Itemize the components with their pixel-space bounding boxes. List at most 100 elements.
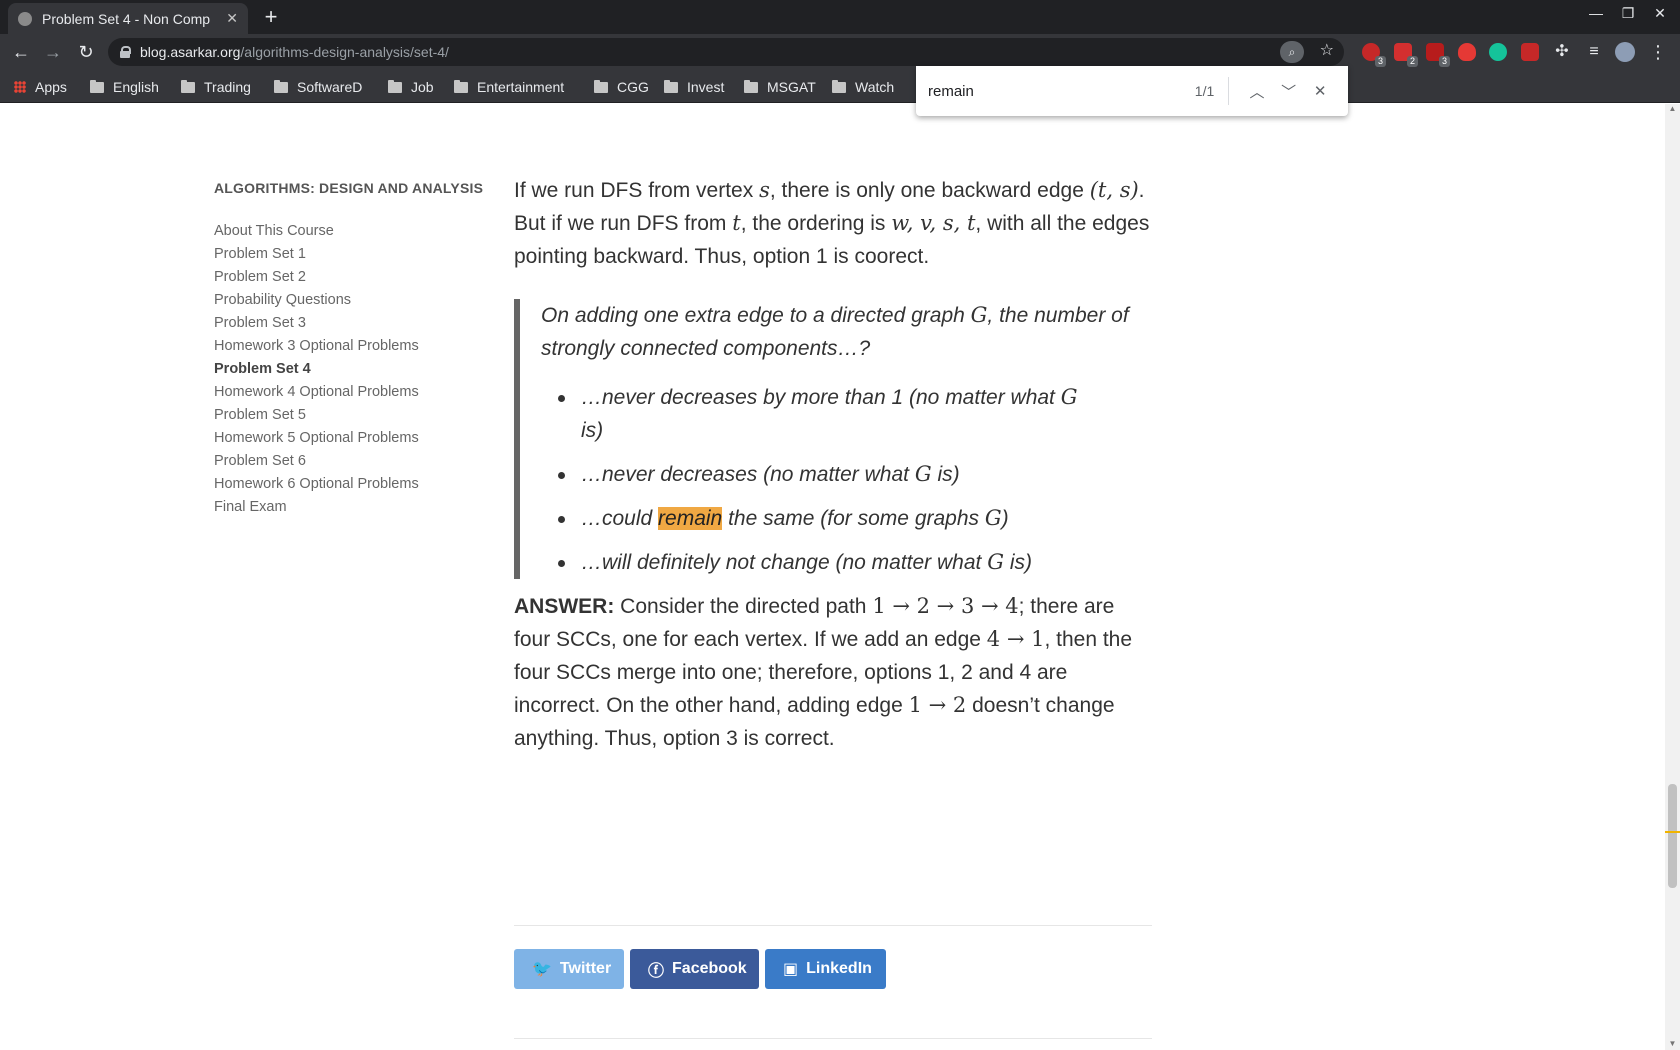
- browser-toolbar: ← → ↻ blog.asarkar.org/algorithms-design…: [0, 34, 1680, 70]
- answer-label: ANSWER:: [514, 595, 615, 618]
- new-tab-button[interactable]: +: [258, 4, 284, 30]
- linkedin-share-button[interactable]: ▣ LinkedIn: [765, 949, 886, 989]
- find-close-icon[interactable]: ✕: [1304, 82, 1336, 100]
- minimize-icon[interactable]: —: [1584, 5, 1608, 21]
- sidebar-item-problem-set-6[interactable]: Problem Set 6: [214, 450, 494, 473]
- tab-title: Problem Set 4 - Non Comp: [42, 10, 211, 27]
- option-3: …could remain the same (for some graphs …: [541, 502, 1081, 535]
- dfs-paragraph: If we run DFS from vertex s, there is on…: [514, 178, 1150, 268]
- math-edge-12: 1 → 2: [908, 693, 967, 717]
- find-result-marker: [1665, 831, 1680, 833]
- folder-icon: [664, 79, 678, 93]
- sidebar-item-homework-5-optional[interactable]: Homework 5 Optional Problems: [214, 427, 494, 450]
- bookmark-apps[interactable]: Apps: [14, 77, 67, 97]
- sidebar-item-problem-set-5[interactable]: Problem Set 5: [214, 404, 494, 427]
- bookmarks-bar: Apps English Trading SoftwareD Job Enter…: [0, 70, 1680, 103]
- sidebar-item-homework-6-optional[interactable]: Homework 6 Optional Problems: [214, 473, 494, 496]
- media-controls-icon[interactable]: ≡: [1582, 40, 1606, 64]
- profile-avatar-icon[interactable]: [1615, 42, 1635, 62]
- math-edge-ts: (t, s): [1089, 178, 1139, 202]
- course-sidebar: ALGORITHMS: DESIGN AND ANALYSIS About Th…: [214, 180, 494, 519]
- find-in-page-icon[interactable]: ⌕: [1280, 41, 1304, 63]
- find-match-highlight: remain: [658, 507, 723, 530]
- sidebar-item-problem-set-3[interactable]: Problem Set 3: [214, 312, 494, 335]
- folder-icon: [90, 79, 104, 93]
- folder-icon: [744, 79, 758, 93]
- sidebar-item-homework-3-optional[interactable]: Homework 3 Optional Problems: [214, 335, 494, 358]
- restore-icon[interactable]: ❐: [1616, 5, 1640, 22]
- find-match-count: 1/1: [1194, 83, 1215, 99]
- option-2: …never decreases (no matter what G is): [541, 458, 1081, 491]
- forward-arrow-icon[interactable]: →: [41, 40, 65, 64]
- close-window-icon[interactable]: ✕: [1648, 5, 1672, 22]
- page-viewport: ALGORITHMS: DESIGN AND ANALYSIS About Th…: [0, 104, 1665, 1050]
- sidebar-item-final-exam[interactable]: Final Exam: [214, 496, 494, 519]
- footer-divider: [514, 1038, 1152, 1039]
- extension-grammarly-icon[interactable]: [1489, 43, 1507, 61]
- extension-reader-icon[interactable]: [1521, 43, 1539, 61]
- extension-shield-icon[interactable]: [1458, 43, 1476, 61]
- back-arrow-icon[interactable]: ←: [9, 40, 33, 64]
- reload-icon[interactable]: ↻: [74, 40, 98, 64]
- sidebar-item-problem-set-4[interactable]: Problem Set 4: [214, 358, 494, 381]
- bookmark-folder-watch[interactable]: Watch: [832, 77, 894, 97]
- folder-icon: [594, 79, 608, 93]
- find-bar: 1/1 ︿ ﹀ ✕: [916, 66, 1348, 116]
- find-previous-chevron-up-icon[interactable]: ︿: [1241, 81, 1273, 102]
- answer-paragraph: ANSWER: Consider the directed path 1 → 2…: [514, 594, 1133, 750]
- math-edge-41: 4 → 1: [986, 627, 1045, 651]
- find-input[interactable]: [928, 82, 1175, 100]
- active-tab[interactable]: Problem Set 4 - Non Comp ✕: [8, 3, 248, 34]
- math-t: t: [732, 211, 741, 235]
- share-buttons: 🐦 Twitter ⓕ Facebook ▣ LinkedIn: [514, 949, 886, 989]
- twitter-share-button[interactable]: 🐦 Twitter: [514, 949, 624, 989]
- extension-adblock-icon[interactable]: 3: [1426, 43, 1450, 67]
- folder-icon: [454, 79, 468, 93]
- sidebar-heading: ALGORITHMS: DESIGN AND ANALYSIS: [214, 180, 484, 196]
- bookmark-folder-invest[interactable]: Invest: [664, 77, 724, 97]
- linkedin-icon: ▣: [783, 961, 799, 978]
- math-path: 1 → 2 → 3 → 4: [872, 594, 1019, 618]
- browser-menu-icon[interactable]: ⋮: [1646, 40, 1670, 64]
- sidebar-item-problem-set-2[interactable]: Problem Set 2: [214, 266, 494, 289]
- bookmark-folder-msgat[interactable]: MSGAT: [744, 77, 816, 97]
- scroll-down-arrow-icon[interactable]: ▼: [1665, 1039, 1680, 1048]
- bookmark-folder-trading[interactable]: Trading: [181, 77, 251, 97]
- twitter-bird-icon: 🐦: [532, 961, 552, 978]
- sidebar-item-homework-4-optional[interactable]: Homework 4 Optional Problems: [214, 381, 494, 404]
- extension-red-circle-icon[interactable]: 3: [1362, 43, 1386, 67]
- folder-icon: [181, 79, 195, 93]
- question-blockquote: On adding one extra edge to a directed g…: [514, 299, 1152, 579]
- bookmark-folder-entertainment[interactable]: Entertainment: [454, 77, 564, 97]
- facebook-icon: ⓕ: [648, 963, 665, 980]
- scrollbar-thumb[interactable]: [1668, 784, 1677, 888]
- apps-grid-icon: [14, 81, 26, 93]
- address-bar[interactable]: blog.asarkar.org/algorithms-design-analy…: [108, 38, 1344, 66]
- sidebar-item-probability-questions[interactable]: Probability Questions: [214, 289, 494, 312]
- bookmark-folder-english[interactable]: English: [90, 77, 159, 97]
- question-text: On adding one extra edge to a directed g…: [541, 303, 1129, 360]
- scroll-up-arrow-icon[interactable]: ▲: [1665, 104, 1680, 113]
- close-tab-icon[interactable]: ✕: [226, 10, 238, 27]
- lock-icon[interactable]: [120, 46, 131, 58]
- option-4: …will definitely not change (no matter w…: [541, 546, 1081, 579]
- extensions-puzzle-icon[interactable]: ✣: [1550, 40, 1574, 64]
- math-ordering: w, v, s, t: [891, 211, 976, 235]
- answer-options: …never decreases by more than 1 (no matt…: [541, 381, 1152, 579]
- url-domain: blog.asarkar.org: [140, 44, 241, 60]
- page-scrollbar[interactable]: ▲ ▼: [1665, 104, 1680, 1050]
- bookmark-folder-cgg[interactable]: CGG: [594, 77, 649, 97]
- find-separator: [1228, 77, 1230, 105]
- find-next-chevron-down-icon[interactable]: ﹀: [1273, 81, 1305, 102]
- sidebar-item-about[interactable]: About This Course: [214, 220, 494, 243]
- folder-icon: [832, 79, 846, 93]
- bookmark-folder-softwared[interactable]: SoftwareD: [274, 77, 362, 97]
- site-favicon-icon: [18, 11, 32, 26]
- bookmark-folder-job[interactable]: Job: [388, 77, 434, 97]
- facebook-share-button[interactable]: ⓕ Facebook: [630, 949, 759, 989]
- sidebar-item-problem-set-1[interactable]: Problem Set 1: [214, 243, 494, 266]
- bookmark-star-icon[interactable]: ☆: [1320, 40, 1334, 60]
- extension-calendar-icon[interactable]: 2: [1394, 43, 1418, 67]
- folder-icon: [388, 79, 402, 93]
- math-s: s: [759, 178, 770, 202]
